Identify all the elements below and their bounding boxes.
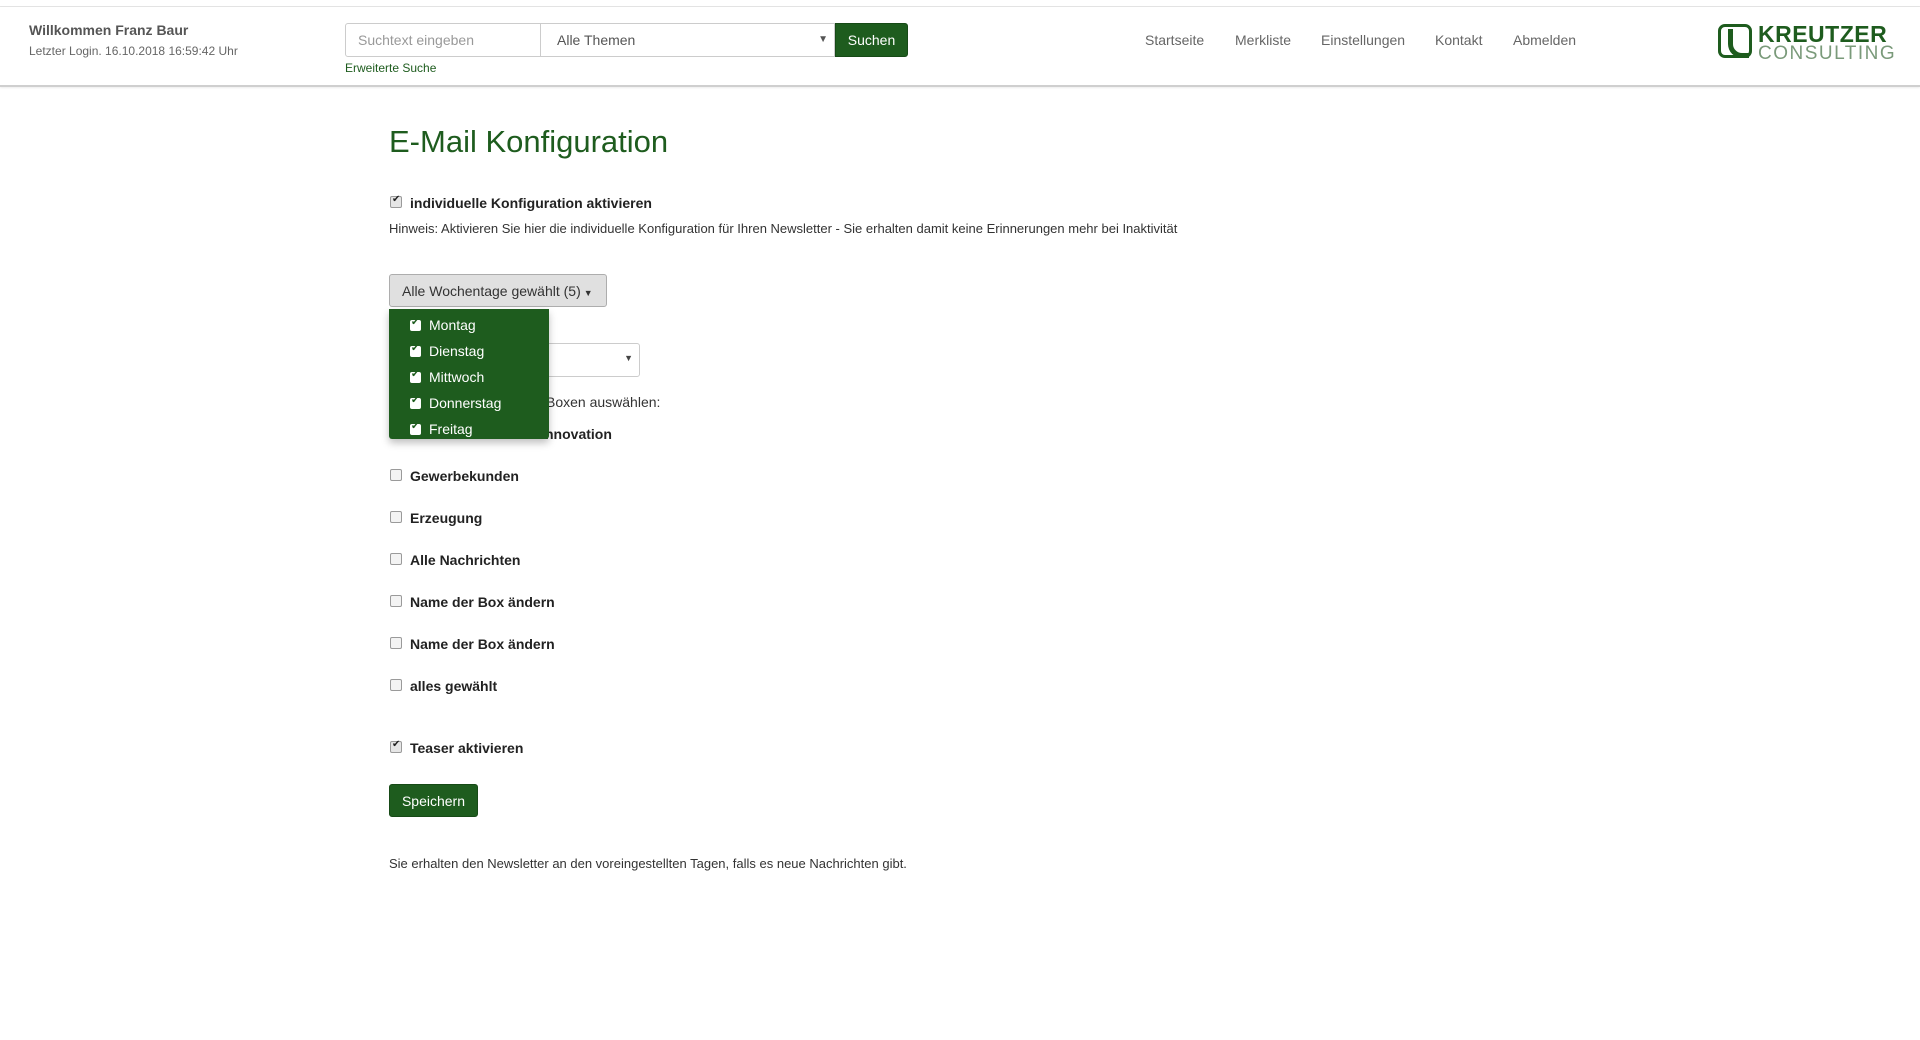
theme-select-value: Alle Themen — [557, 32, 636, 48]
boxes-instruction-text: Boxen auswählen: — [546, 394, 661, 410]
page-title: E-Mail Konfiguration — [389, 124, 669, 159]
weekday-button-label: Alle Wochentage gewählt (5) — [402, 282, 581, 299]
individual-config-label: individuelle Konfiguration aktivieren — [410, 195, 652, 211]
weekday-option[interactable]: Dienstag — [389, 339, 549, 365]
weekday-checkbox[interactable] — [410, 369, 421, 383]
top-border — [0, 0, 1920, 7]
company-logo[interactable]: KREUTZER CONSULTING — [1718, 21, 1895, 65]
box-checkbox[interactable] — [390, 511, 402, 523]
search-button[interactable]: Suchen — [835, 23, 908, 57]
box-checkbox[interactable] — [390, 679, 402, 691]
teaser-label: Teaser aktivieren — [410, 740, 524, 756]
logo-mark-icon — [1718, 24, 1752, 58]
teaser-checkbox[interactable] — [390, 739, 402, 753]
nav-startseite[interactable]: Startseite — [1145, 32, 1204, 48]
caret-down-icon: ▼ — [624, 353, 633, 363]
weekday-dropdown-button[interactable]: Alle Wochentage gewählt (5) ▼ — [389, 274, 607, 307]
individual-config-checkbox[interactable] — [390, 194, 402, 208]
box-checkbox[interactable] — [390, 469, 402, 481]
caret-down-icon: ▼ — [583, 287, 593, 298]
nav-merkliste[interactable]: Merkliste — [1235, 32, 1291, 48]
last-login-text: Letzter Login. 16.10.2018 16:59:42 Uhr — [29, 44, 238, 58]
box-label: Alle Nachrichten — [410, 552, 521, 568]
time-select[interactable]: ▼ — [540, 343, 640, 377]
weekday-label: Donnerstag — [429, 395, 502, 411]
box-checkbox[interactable] — [390, 553, 402, 565]
weekday-option[interactable]: Montag — [389, 313, 549, 339]
weekday-label: Dienstag — [429, 343, 485, 359]
box-label: Erzeugung — [410, 510, 483, 526]
box-label: alles gewählt — [410, 678, 498, 694]
logo-text-consulting: CONSULTING — [1758, 43, 1897, 64]
weekday-dropdown-menu: Montag Dienstag Mittwoch Donnerstag Frei… — [389, 309, 549, 439]
box-checkbox[interactable] — [390, 637, 402, 649]
header-bar: Willkommen Franz Baur Letzter Login. 16.… — [0, 7, 1920, 87]
box-label: Name der Box ändern — [410, 636, 555, 652]
nav-einstellungen[interactable]: Einstellungen — [1321, 32, 1405, 48]
welcome-text: Willkommen Franz Baur — [29, 22, 189, 38]
advanced-search-link[interactable]: Erweiterte Suche — [345, 61, 436, 75]
weekday-checkbox[interactable] — [410, 421, 421, 435]
box-label-innovation: nnovation — [545, 426, 612, 442]
caret-down-icon: ▼ — [818, 34, 828, 45]
weekday-label: Freitag — [429, 421, 473, 437]
hint-text: Hinweis: Aktivieren Sie hier die individ… — [389, 221, 1178, 236]
box-label: Name der Box ändern — [410, 594, 555, 610]
theme-select[interactable]: Alle Themen ▼ — [541, 23, 835, 57]
weekday-option[interactable]: Mittwoch — [389, 365, 549, 391]
weekday-checkbox[interactable] — [410, 343, 421, 357]
weekday-option[interactable]: Donnerstag — [389, 391, 549, 417]
weekday-checkbox[interactable] — [410, 395, 421, 409]
weekday-label: Montag — [429, 317, 476, 333]
search-input[interactable] — [345, 23, 541, 57]
weekday-option[interactable]: Freitag — [389, 417, 549, 443]
weekday-checkbox[interactable] — [410, 317, 421, 331]
nav-kontakt[interactable]: Kontakt — [1435, 32, 1482, 48]
box-checkbox[interactable] — [390, 595, 402, 607]
newsletter-info-text: Sie erhalten den Newsletter an den vorei… — [389, 856, 907, 871]
nav-abmelden[interactable]: Abmelden — [1513, 32, 1576, 48]
save-button[interactable]: Speichern — [389, 784, 478, 817]
box-label: Gewerbekunden — [410, 468, 519, 484]
weekday-label: Mittwoch — [429, 369, 485, 385]
